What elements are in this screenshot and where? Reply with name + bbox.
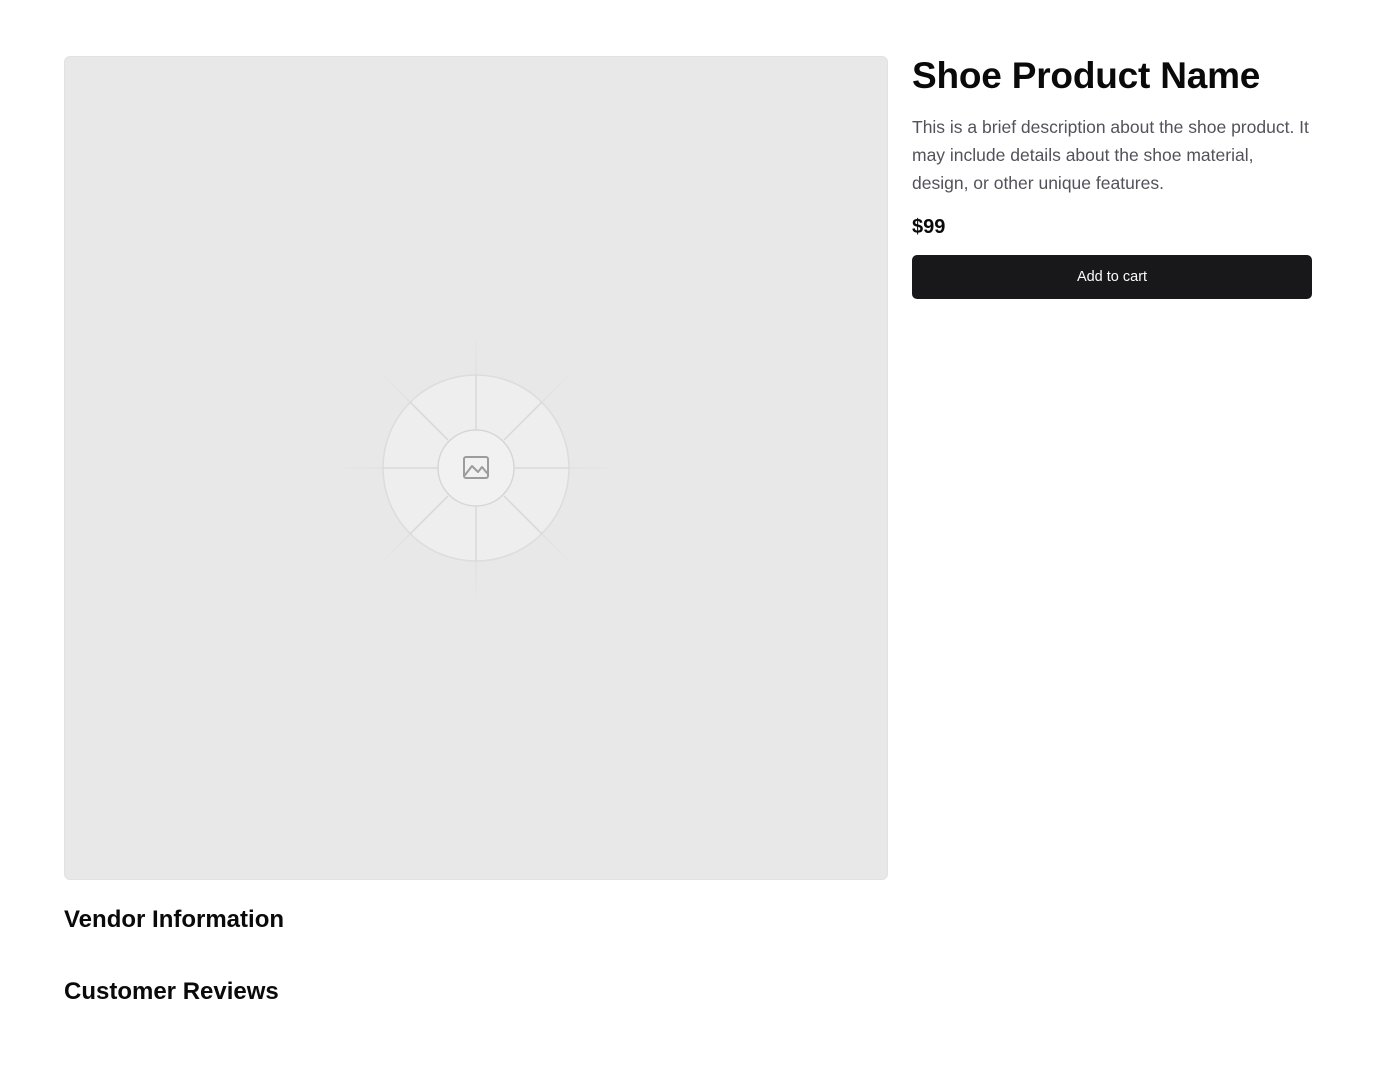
customer-reviews-heading: Customer Reviews <box>64 978 279 1005</box>
placeholder-inner-circle <box>437 429 515 507</box>
vendor-information-section: Vendor Information <box>64 904 1312 936</box>
vendor-information-heading: Vendor Information <box>64 906 285 933</box>
product-details: Shoe Product Name This is a brief descri… <box>912 56 1312 299</box>
product-price: $99 <box>912 216 946 238</box>
product-description: This is a brief description about the sh… <box>912 117 1309 193</box>
product-title: Shoe Product Name <box>912 55 1261 96</box>
product-image-placeholder <box>64 56 888 880</box>
add-to-cart-button[interactable]: Add to cart <box>912 255 1312 299</box>
product-page: Shoe Product Name This is a brief descri… <box>64 56 1312 1008</box>
placeholder-art <box>346 338 606 598</box>
customer-reviews-section: Customer Reviews <box>64 976 1312 1008</box>
product-overview: Shoe Product Name This is a brief descri… <box>64 56 1312 880</box>
